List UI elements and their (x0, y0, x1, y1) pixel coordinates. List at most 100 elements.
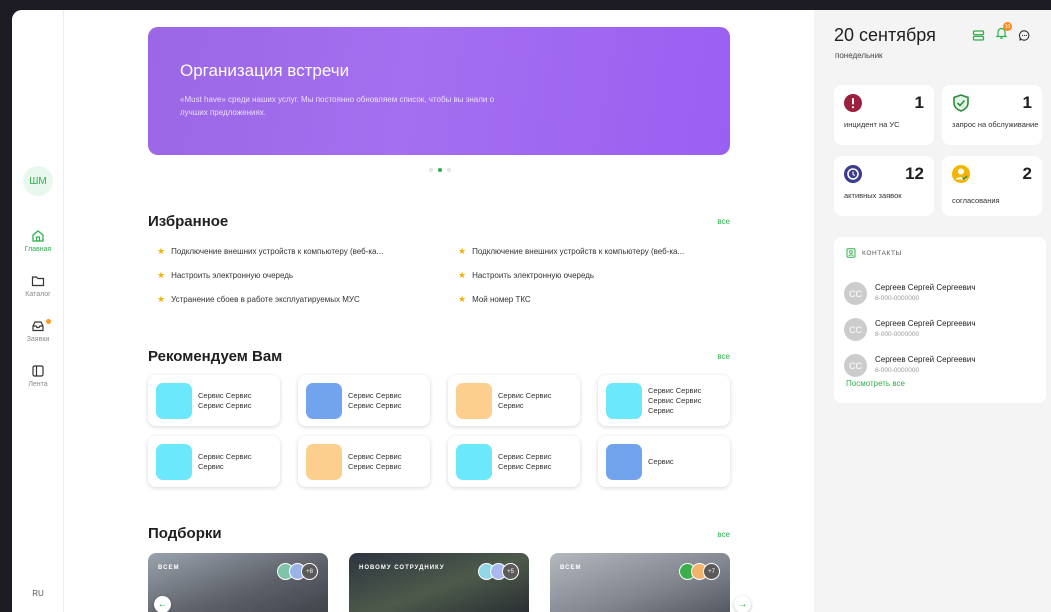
inbox-icon (32, 321, 44, 332)
star-icon: ★ (458, 246, 467, 256)
collection-tag: ВСЕМ (158, 565, 180, 571)
notification-dot (46, 319, 51, 324)
service-thumbnail (306, 383, 342, 419)
favorite-item[interactable]: ★ Подключение внешних устройств к компьют… (157, 247, 383, 271)
arrow-right-icon: → (737, 599, 748, 610)
service-card[interactable]: Сервис Сервис Сервис (448, 375, 580, 426)
service-card[interactable]: Сервис (598, 436, 730, 487)
stat-card-active-requests[interactable]: 12 активных заявок (834, 156, 934, 216)
service-card[interactable]: Сервис Сервис Сервис (148, 436, 280, 487)
favorite-item[interactable]: ★ Настроить электронную очередь (157, 271, 383, 295)
carousel-dot[interactable] (429, 168, 433, 172)
carousel-dot[interactable] (447, 168, 451, 172)
service-label: Сервис (648, 456, 674, 466)
service-card[interactable]: Сервис Сервис Сервис Сервис (298, 375, 430, 426)
carousel-next-button[interactable]: → (734, 596, 751, 612)
sidebar-item-requests[interactable]: Заявки (12, 319, 64, 343)
sidebar-panel-icon (32, 365, 44, 377)
service-card[interactable]: Сервис Сервис Сервис Сервис (448, 436, 580, 487)
recommended-title: Рекомендуем Вам (148, 348, 283, 365)
language-switch[interactable]: RU (12, 589, 64, 598)
right-panel: 20 сентября понедельник 10 1 инцидент на… (814, 10, 1051, 612)
contacts-see-all-link[interactable]: Посмотреть все (846, 379, 905, 388)
service-thumbnail (306, 444, 342, 480)
contact-avatar: СС (844, 318, 867, 341)
service-thumbnail (456, 444, 492, 480)
service-thumbnail (606, 444, 642, 480)
contact-name: Сергеев Сергей Сергеевич (875, 319, 976, 328)
contact-item[interactable]: СС Сергеев Сергей Сергеевич 8-000-000000… (844, 318, 1039, 344)
star-icon: ★ (458, 294, 467, 304)
sidebar: ШМ Главная Каталог Заявки Лента RU (12, 10, 64, 612)
member-count: +5 (502, 563, 519, 580)
carousel-prev-button[interactable]: ← (154, 596, 171, 612)
clock-icon (844, 165, 862, 183)
service-thumbnail (456, 383, 492, 419)
stat-value: 1 (914, 93, 924, 112)
service-label: Сервис Сервис Сервис Сервис (348, 451, 402, 471)
service-card[interactable]: Сервис Сервис Сервис Сервис Сервис (598, 375, 730, 426)
arrow-left-icon: ← (157, 599, 168, 610)
contact-phone: 8-000-0000000 (875, 331, 920, 338)
sidebar-item-label: Главная (24, 246, 52, 253)
sidebar-item-home[interactable]: Главная (12, 229, 64, 253)
user-avatar[interactable]: ШМ (23, 166, 53, 196)
recommended-all-link[interactable]: все (704, 352, 730, 361)
sidebar-item-label: Лента (28, 381, 48, 388)
contacts-book-icon (846, 248, 856, 258)
favorites-list-left: ★ Подключение внешних устройств к компьют… (157, 247, 383, 319)
stat-label: согласования (952, 196, 1000, 205)
favorite-item[interactable]: ★ Мой номер ТКС (458, 295, 684, 319)
chat-icon[interactable] (1018, 29, 1031, 42)
contact-phone: 8-000-0000000 (875, 295, 920, 302)
star-icon: ★ (157, 246, 166, 256)
contacts-card: КОНТАКТЫ СС Сергеев Сергей Сергеевич 8-0… (834, 237, 1046, 403)
notifications-button[interactable]: 10 (995, 22, 1012, 44)
service-label: Сервис Сервис Сервис Сервис (498, 451, 552, 471)
promo-banner[interactable]: Организация встречи «Must have» среди на… (148, 27, 730, 155)
contact-item[interactable]: СС Сергеев Сергей Сергеевич 8-000-000000… (844, 282, 1039, 308)
member-count: +8 (301, 563, 318, 580)
favorites-list-right: ★ Подключение внешних устройств к компьют… (458, 247, 684, 319)
contact-item[interactable]: СС Сергеев Сергей Сергеевич 8-000-000000… (844, 354, 1039, 380)
sidebar-item-feed[interactable]: Лента (12, 364, 64, 388)
favorites-all-link[interactable]: все (704, 217, 730, 226)
star-icon: ★ (157, 270, 166, 280)
carousel-dot-active[interactable] (438, 168, 442, 172)
favorite-item[interactable]: ★ Подключение внешних устройств к компьют… (458, 247, 684, 271)
sidebar-item-label: Заявки (26, 336, 50, 343)
collection-avatars: +5 (478, 563, 519, 580)
server-icon[interactable] (972, 29, 985, 42)
sidebar-item-catalog[interactable]: Каталог (12, 274, 64, 298)
collection-card[interactable]: ВСЕМ +8 (148, 553, 328, 612)
collection-card[interactable]: НОВОМУ СОТРУДНИКУ +5 (349, 553, 529, 612)
stat-value: 1 (1022, 93, 1032, 112)
collections-all-link[interactable]: все (704, 530, 730, 539)
collection-avatars: +8 (277, 563, 318, 580)
service-label: Сервис Сервис Сервис (498, 390, 552, 410)
service-label: Сервис Сервис Сервис (198, 451, 252, 471)
shield-check-icon (953, 94, 969, 112)
service-card[interactable]: Сервис Сервис Сервис Сервис (298, 436, 430, 487)
stat-label: активных заявок (844, 191, 902, 200)
contacts-title: КОНТАКТЫ (862, 249, 902, 257)
stat-label: инцидент на УС (844, 120, 900, 129)
service-thumbnail (156, 383, 192, 419)
favorite-item[interactable]: ★ Устранение сбоев в работе эксплуатируем… (157, 295, 383, 319)
approval-icon (952, 165, 970, 183)
stat-card-approvals[interactable]: 2 согласования (942, 156, 1042, 216)
banner-title: Организация встречи (180, 61, 350, 80)
service-card[interactable]: Сервис Сервис Сервис Сервис (148, 375, 280, 426)
favorites-title: Избранное (148, 213, 229, 230)
stat-card-incident[interactable]: 1 инцидент на УС (834, 85, 934, 145)
contact-name: Сергеев Сергей Сергеевич (875, 355, 976, 364)
collection-tag: ВСЕМ (560, 565, 582, 571)
home-icon (32, 230, 44, 242)
collection-card[interactable]: ВСЕМ +7 (550, 553, 730, 612)
stat-card-service-request[interactable]: 1 запрос на обслуживание (942, 85, 1042, 145)
banner-text: «Must have» среди наших услуг. Мы постоя… (180, 95, 495, 117)
contact-avatar: СС (844, 282, 867, 305)
service-thumbnail (606, 383, 642, 419)
service-label: Сервис Сервис Сервис Сервис (348, 390, 402, 410)
favorite-item[interactable]: ★ Настроить электронную очередь (458, 271, 684, 295)
